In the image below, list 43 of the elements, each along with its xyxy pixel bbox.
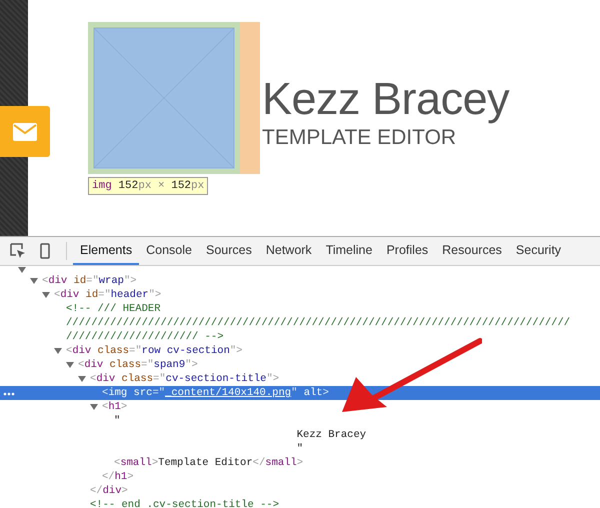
devtools-tab[interactable]: Sources bbox=[198, 237, 259, 265]
dom-node-row[interactable]: <div id="wrap"> bbox=[0, 274, 600, 288]
inspector-tooltip: img 152px × 152px bbox=[88, 177, 208, 195]
dom-node-text: <img src="_content/140x140.png" alt> bbox=[102, 386, 329, 400]
dom-node-text: " Kezz Bracey " bbox=[114, 414, 366, 456]
dom-node-row[interactable]: <h1> bbox=[0, 400, 600, 414]
devtools-tab[interactable]: Security bbox=[508, 237, 568, 265]
mobile-device-icon[interactable] bbox=[40, 243, 50, 259]
devtools-tab[interactable]: Profiles bbox=[379, 237, 436, 265]
dom-node-text: </h1> bbox=[102, 470, 134, 484]
name-heading: Kezz Bracey bbox=[262, 72, 510, 126]
dom-node-row[interactable]: <div class="span9"> bbox=[0, 358, 600, 372]
dom-node-text: <div class="row cv-section"> bbox=[66, 344, 242, 358]
dom-node-row[interactable]: <small>Template Editor</small> bbox=[0, 456, 600, 470]
resource-link[interactable]: _content/140x140.png bbox=[165, 387, 292, 399]
more-icon[interactable] bbox=[3, 392, 15, 396]
dom-node-text: <h1> bbox=[102, 400, 128, 414]
dom-node-row[interactable]: <img src="_content/140x140.png" alt> bbox=[0, 386, 600, 400]
inspect-cursor-icon[interactable] bbox=[10, 243, 26, 259]
subtitle: TEMPLATE EDITOR bbox=[262, 125, 458, 151]
devtools-tab[interactable]: Console bbox=[139, 237, 199, 265]
devtools-tab[interactable]: Resources bbox=[435, 237, 509, 265]
devtools-tab[interactable]: Timeline bbox=[318, 237, 380, 265]
dom-node-text: <div class="cv-section-title"> bbox=[90, 372, 280, 386]
dom-node-row[interactable]: " Kezz Bracey " bbox=[0, 414, 600, 456]
expand-triangle-icon[interactable] bbox=[90, 403, 98, 411]
devtools-tab[interactable]: Elements bbox=[73, 237, 140, 265]
envelope-icon bbox=[13, 122, 37, 140]
dom-node-text: <small>Template Editor</small> bbox=[114, 456, 304, 470]
devtools-tab[interactable]: Network bbox=[258, 237, 319, 265]
dom-node-row[interactable]: </div> bbox=[0, 484, 600, 498]
dom-node-row[interactable]: <div class="row cv-section"> bbox=[0, 344, 600, 358]
dom-node-text: <!-- /// HEADER //////////////////////////////////////////////////////////////////////////////// ///////////////////// --> bbox=[66, 302, 570, 344]
dom-node-row[interactable]: <!-- end .cv-section-title --> bbox=[0, 498, 600, 508]
dom-node-text: <div id="header"> bbox=[54, 288, 162, 302]
dom-node-text: <div class="span9"> bbox=[78, 358, 198, 372]
dom-node-row[interactable]: <div class="cv-section-title"> bbox=[0, 372, 600, 386]
dom-node-text: <div id="wrap"> bbox=[42, 274, 137, 288]
dom-node-row[interactable]: </h1> bbox=[0, 470, 600, 484]
dom-node-text: </div> bbox=[90, 484, 128, 498]
dom-node-row[interactable]: <!-- /// HEADER //////////////////////////////////////////////////////////////////////////////// ///////////////////// --> bbox=[0, 302, 600, 344]
dom-node-row[interactable]: <div id="header"> bbox=[0, 288, 600, 302]
dom-node-text: <!-- end .cv-section-title --> bbox=[90, 498, 280, 508]
